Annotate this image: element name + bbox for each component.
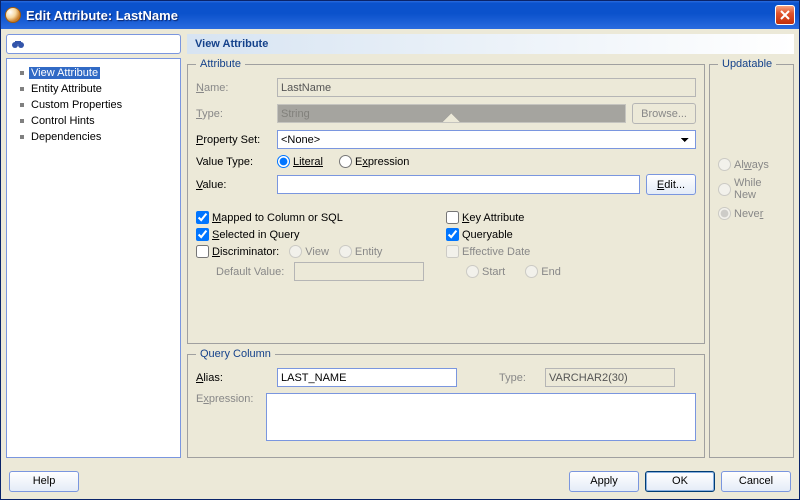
- app-icon: [5, 7, 21, 23]
- name-label: Name:: [196, 82, 271, 94]
- close-button[interactable]: [775, 5, 795, 25]
- attribute-group: Attribute Name: Type: String Browse...: [187, 58, 705, 344]
- browse-button[interactable]: Browse...: [632, 103, 696, 124]
- binoculars-icon: [11, 38, 25, 50]
- value-type-literal[interactable]: Literal: [277, 155, 323, 168]
- tree-item-entity-attribute[interactable]: Entity Attribute: [11, 81, 176, 96]
- type-select[interactable]: String: [277, 104, 626, 123]
- value-label: Value:: [196, 179, 271, 191]
- alias-label: Alias:: [196, 372, 271, 384]
- updatable-legend: Updatable: [718, 58, 776, 70]
- value-type-label: Value Type:: [196, 156, 271, 168]
- window-title: Edit Attribute: LastName: [26, 8, 775, 23]
- default-value-field[interactable]: [294, 262, 424, 281]
- value-type-expression[interactable]: Expression: [339, 155, 409, 168]
- eff-start[interactable]: Start: [466, 265, 505, 278]
- tree-item-view-attribute[interactable]: View Attribute: [11, 65, 176, 80]
- queryable-check[interactable]: Queryable: [446, 228, 686, 241]
- apply-button[interactable]: Apply: [569, 471, 639, 492]
- search-box[interactable]: [6, 34, 181, 54]
- name-field[interactable]: [277, 78, 696, 97]
- property-set-select[interactable]: <None>: [277, 130, 696, 149]
- selected-in-query-check[interactable]: Selected in Query: [196, 228, 436, 241]
- eff-end[interactable]: End: [525, 265, 561, 278]
- expression-field[interactable]: [266, 393, 696, 441]
- discriminator-check[interactable]: Discriminator:: [196, 245, 279, 258]
- discriminator-view[interactable]: View: [289, 245, 329, 258]
- query-column-legend: Query Column: [196, 348, 275, 360]
- qc-type-field[interactable]: [545, 368, 675, 387]
- titlebar: Edit Attribute: LastName: [1, 1, 799, 29]
- edit-value-button[interactable]: Edit...: [646, 174, 696, 195]
- help-button[interactable]: Help: [9, 471, 79, 492]
- tree-item-custom-properties[interactable]: Custom Properties: [11, 97, 176, 112]
- alias-field[interactable]: [277, 368, 457, 387]
- discriminator-entity[interactable]: Entity: [339, 245, 383, 258]
- button-bar: Help Apply OK Cancel: [1, 463, 799, 499]
- tree-item-control-hints[interactable]: Control Hints: [11, 113, 176, 128]
- default-value-label: Default Value:: [216, 266, 284, 278]
- qc-type-label: Type:: [499, 372, 539, 384]
- updatable-never[interactable]: Never: [718, 207, 785, 220]
- edit-attribute-dialog: Edit Attribute: LastName View Attribute …: [0, 0, 800, 500]
- type-label: Type:: [196, 108, 271, 120]
- effective-date-check[interactable]: Effective Date: [446, 245, 686, 258]
- nav-tree: View Attribute Entity Attribute Custom P…: [6, 58, 181, 458]
- updatable-always[interactable]: Always: [718, 158, 785, 171]
- property-set-label: Property Set:: [196, 134, 271, 146]
- expression-label: Expression:: [196, 393, 260, 405]
- mapped-check[interactable]: Mapped to Column or SQL: [196, 211, 436, 224]
- updatable-while-new[interactable]: While New: [718, 177, 785, 201]
- panel-title: View Attribute: [187, 34, 794, 54]
- attribute-legend: Attribute: [196, 58, 245, 70]
- key-attribute-check[interactable]: Key Attribute: [446, 211, 686, 224]
- updatable-group: Updatable Always While New Never: [709, 58, 794, 458]
- cancel-button[interactable]: Cancel: [721, 471, 791, 492]
- value-field[interactable]: [277, 175, 640, 194]
- close-icon: [780, 10, 790, 20]
- query-column-group: Query Column Alias: Type: Expression:: [187, 348, 705, 458]
- ok-button[interactable]: OK: [645, 471, 715, 492]
- tree-item-dependencies[interactable]: Dependencies: [11, 129, 176, 144]
